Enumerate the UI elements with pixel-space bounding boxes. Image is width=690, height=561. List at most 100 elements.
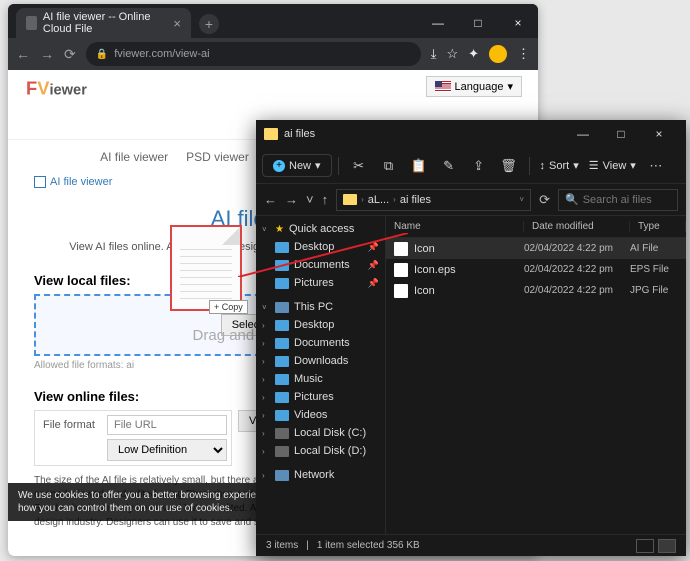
flag-icon xyxy=(435,81,451,92)
language-label: Language xyxy=(455,81,504,93)
path-seg-2[interactable]: ai files xyxy=(400,194,431,206)
file-name: Icon xyxy=(414,285,524,297)
paste-icon[interactable]: 📋 xyxy=(405,158,433,174)
path-seg-1[interactable]: aL... xyxy=(368,194,389,206)
nav-down-icon[interactable]: ˅ xyxy=(306,192,314,207)
refresh-icon[interactable]: ⟳ xyxy=(539,192,550,208)
new-button[interactable]: + New ▾ xyxy=(262,154,332,177)
col-type[interactable]: Type xyxy=(630,221,686,232)
sort-button[interactable]: ↕ Sort ▾ xyxy=(536,159,583,172)
file-url-input[interactable] xyxy=(107,415,227,435)
disk-icon xyxy=(275,446,289,457)
menu-icon[interactable]: ⋮ xyxy=(517,46,530,62)
explorer-toolbar: + New ▾ ✂ ⧉ 📋 ✎ ⇪ 🗑 ↕ Sort ▾ ☰ View ▾ ⋯ xyxy=(256,148,686,184)
dragged-file-icon xyxy=(170,225,242,311)
sidebar-pc-documents[interactable]: ›Documents xyxy=(256,334,385,352)
extensions-icon[interactable]: ✦ xyxy=(468,46,479,62)
details-view-icon[interactable] xyxy=(636,539,654,553)
col-date[interactable]: Date modified xyxy=(524,221,630,232)
nav-back-icon[interactable]: ← xyxy=(264,192,277,207)
explorer-minimize-icon[interactable]: — xyxy=(564,127,602,141)
sidebar-this-pc[interactable]: ˅This PC xyxy=(256,298,385,316)
close-icon[interactable]: × xyxy=(498,8,538,38)
svg-text:FViewer: FViewer xyxy=(26,78,87,99)
file-format-label: File format xyxy=(39,419,107,431)
status-bar: 3 items | 1 item selected 356 KB xyxy=(256,534,686,556)
file-date: 02/04/2022 4:22 pm xyxy=(524,264,630,275)
file-type: EPS File xyxy=(630,264,678,275)
favicon xyxy=(26,16,37,30)
reload-icon[interactable]: ⟳ xyxy=(64,46,76,63)
new-tab-button[interactable]: + xyxy=(199,14,219,34)
pc-icon xyxy=(275,302,289,313)
path-bar[interactable]: › aL... › ai files ˅ xyxy=(336,189,531,211)
cut-icon[interactable]: ✂ xyxy=(345,158,373,174)
url-text: fviewer.com/view-ai xyxy=(114,48,209,60)
sidebar-network[interactable]: ›Network xyxy=(256,466,385,484)
copy-icon[interactable]: ⧉ xyxy=(375,158,403,174)
file-row[interactable]: Icon.eps02/04/2022 4:22 pmEPS File xyxy=(386,259,686,280)
pictures-icon xyxy=(275,278,289,289)
search-icon: 🔍 xyxy=(565,193,579,206)
rename-icon[interactable]: ✎ xyxy=(435,158,463,174)
status-selected: 1 item selected 356 KB xyxy=(317,540,420,551)
sidebar-pc-videos[interactable]: ›Videos xyxy=(256,406,385,424)
maximize-icon[interactable]: □ xyxy=(458,8,498,38)
window-controls: — □ × xyxy=(418,8,538,38)
file-name: Icon xyxy=(414,243,524,255)
sidebar-pc-desktop[interactable]: ›Desktop xyxy=(256,316,385,334)
sidebar-pc-locald[interactable]: ›Local Disk (D:) xyxy=(256,442,385,460)
install-icon[interactable]: ⤓ xyxy=(431,46,437,62)
plus-icon: + xyxy=(273,160,285,172)
nav-psd[interactable]: PSD viewer xyxy=(186,150,249,164)
back-icon[interactable]: ← xyxy=(16,46,30,62)
nav-forward-icon[interactable]: → xyxy=(285,192,298,207)
url-bar[interactable]: 🔒 fviewer.com/view-ai xyxy=(86,42,421,66)
icons-view-icon[interactable] xyxy=(658,539,676,553)
sidebar-pc-localc[interactable]: ›Local Disk (C:) xyxy=(256,424,385,442)
nav-up-icon[interactable]: ↑ xyxy=(322,192,329,207)
browser-toolbar: ← → ⟳ 🔒 fviewer.com/view-ai ⤓ ☆ ✦ ⋮ xyxy=(8,38,538,70)
search-box[interactable]: 🔍 Search ai files xyxy=(558,189,678,211)
chevron-down-icon: ▾ xyxy=(315,159,321,172)
file-date: 02/04/2022 4:22 pm xyxy=(524,285,630,296)
explorer-close-icon[interactable]: × xyxy=(640,127,678,141)
file-type: AI File xyxy=(630,243,678,254)
disk-icon xyxy=(275,428,289,439)
file-explorer: ai files — □ × + New ▾ ✂ ⧉ 📋 ✎ ⇪ 🗑 ↕ Sort … xyxy=(256,120,686,556)
sidebar-pc-music[interactable]: ›Music xyxy=(256,370,385,388)
star-icon[interactable]: ☆ xyxy=(446,46,458,62)
delete-icon[interactable]: 🗑 xyxy=(495,158,523,174)
language-selector[interactable]: Language ▾ xyxy=(426,76,522,97)
explorer-maximize-icon[interactable]: □ xyxy=(602,127,640,141)
quality-select[interactable]: Low Definition xyxy=(107,439,227,461)
profile-avatar[interactable] xyxy=(489,45,507,63)
col-name[interactable]: Name xyxy=(386,221,524,232)
browser-tab[interactable]: AI file viewer -- Online Cloud File × xyxy=(16,8,191,38)
close-tab-icon[interactable]: × xyxy=(173,16,181,31)
network-icon xyxy=(275,470,289,481)
file-date: 02/04/2022 4:22 pm xyxy=(524,243,630,254)
lock-icon: 🔒 xyxy=(96,49,108,60)
view-label: View xyxy=(603,160,627,172)
file-icon xyxy=(394,284,408,298)
sidebar-pc-pictures[interactable]: ›Pictures xyxy=(256,388,385,406)
file-type: JPG File xyxy=(630,285,678,296)
tab-title: AI file viewer -- Online Cloud File xyxy=(43,11,168,35)
minimize-icon[interactable]: — xyxy=(418,8,458,38)
more-icon[interactable]: ⋯ xyxy=(642,158,670,174)
new-label: New xyxy=(289,160,311,172)
folder-icon xyxy=(343,194,357,205)
forward-icon[interactable]: → xyxy=(40,46,54,62)
explorer-navbar: ← → ˅ ↑ › aL... › ai files ˅ ⟳ 🔍 Search … xyxy=(256,184,686,216)
file-row[interactable]: Icon02/04/2022 4:22 pmJPG File xyxy=(386,280,686,301)
file-row[interactable]: Icon02/04/2022 4:22 pmAI File xyxy=(386,238,686,259)
chevron-down-icon: ▾ xyxy=(507,80,513,93)
view-button[interactable]: ☰ View ▾ xyxy=(585,159,640,172)
explorer-main: Name Date modified Type Icon02/04/2022 4… xyxy=(386,216,686,534)
copy-cursor-badge: + Copy xyxy=(209,300,248,314)
column-headers: Name Date modified Type xyxy=(386,216,686,238)
sidebar-pc-downloads[interactable]: ›Downloads xyxy=(256,352,385,370)
nav-ai[interactable]: AI file viewer xyxy=(100,150,168,164)
share-icon[interactable]: ⇪ xyxy=(465,158,493,174)
